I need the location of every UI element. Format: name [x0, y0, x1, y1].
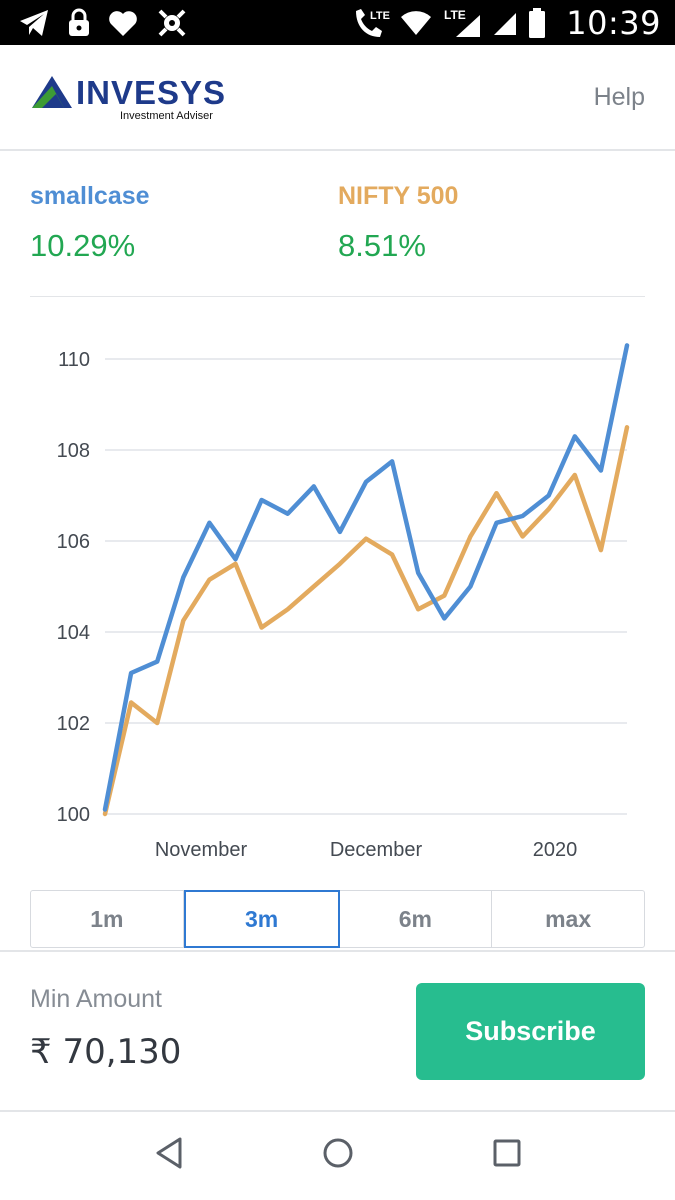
x-tick-label: December	[330, 839, 423, 861]
stat-value: 10.29%	[30, 228, 136, 263]
svg-text:LTE: LTE	[444, 8, 466, 22]
bug-icon	[156, 8, 188, 38]
invesys-logo[interactable]: INVESYS Investment Adviser	[30, 72, 225, 128]
x-tick-label: November	[155, 839, 248, 861]
stat-smallcase: smallcase 10.29%	[30, 182, 150, 264]
signal-icon	[492, 9, 518, 37]
lock-icon	[68, 8, 90, 38]
performance-chart: 100 102 104 106 108 110 November December 2020	[0, 300, 675, 880]
stat-nifty-500: NIFTY 500 8.51%	[338, 182, 458, 264]
back-icon[interactable]	[154, 1136, 184, 1175]
y-tick-label: 102	[57, 713, 90, 735]
home-icon[interactable]	[322, 1136, 354, 1175]
stat-value: 8.51%	[338, 228, 426, 263]
min-amount-value: ₹ 70,130	[30, 1032, 182, 1072]
logo-mark-icon	[32, 76, 72, 108]
stat-label: smallcase	[30, 182, 150, 210]
wifi-call-icon: LTE	[352, 7, 390, 39]
recents-icon[interactable]	[492, 1136, 522, 1175]
telegram-icon	[18, 8, 50, 38]
x-tick-label: 2020	[533, 839, 578, 861]
battery-icon	[528, 7, 546, 39]
y-tick-label: 104	[57, 622, 90, 644]
tab-3m[interactable]: 3m	[183, 890, 340, 948]
y-tick-label: 106	[57, 531, 90, 553]
status-time: 10:39	[566, 4, 661, 42]
chart-svg: 100 102 104 106 108 110 November December 2020	[57, 343, 630, 861]
y-tick-label: 108	[57, 440, 90, 462]
subscribe-button[interactable]: Subscribe	[416, 983, 645, 1080]
divider	[30, 296, 645, 297]
logo-subtitle: Investment Adviser	[120, 110, 213, 122]
signal-icon: LTE	[442, 7, 482, 39]
wifi-icon	[400, 10, 432, 36]
series-line-smallcase	[102, 343, 630, 812]
app-header: INVESYS Investment Adviser Help	[0, 45, 675, 151]
tab-1m[interactable]: 1m	[31, 891, 184, 947]
svg-text:LTE: LTE	[370, 10, 390, 22]
y-tick-label: 100	[57, 804, 90, 826]
app-screen: LTE LTE 10:39 INVESYS Investment Adviser…	[0, 0, 675, 1200]
heart-icon	[108, 9, 138, 37]
tab-6m[interactable]: 6m	[340, 891, 493, 947]
navigation-bar	[0, 1110, 675, 1200]
period-tabs: 1m 3m 6m max	[30, 890, 645, 948]
divider	[0, 950, 675, 952]
status-bar: LTE LTE 10:39	[0, 0, 675, 45]
stat-label: NIFTY 500	[338, 182, 459, 210]
help-link[interactable]: Help	[594, 83, 645, 112]
min-amount-label: Min Amount	[30, 985, 163, 1013]
y-tick-label: 110	[58, 349, 90, 371]
logo-text: INVESYS	[76, 74, 227, 111]
tab-max[interactable]: max	[492, 891, 644, 947]
